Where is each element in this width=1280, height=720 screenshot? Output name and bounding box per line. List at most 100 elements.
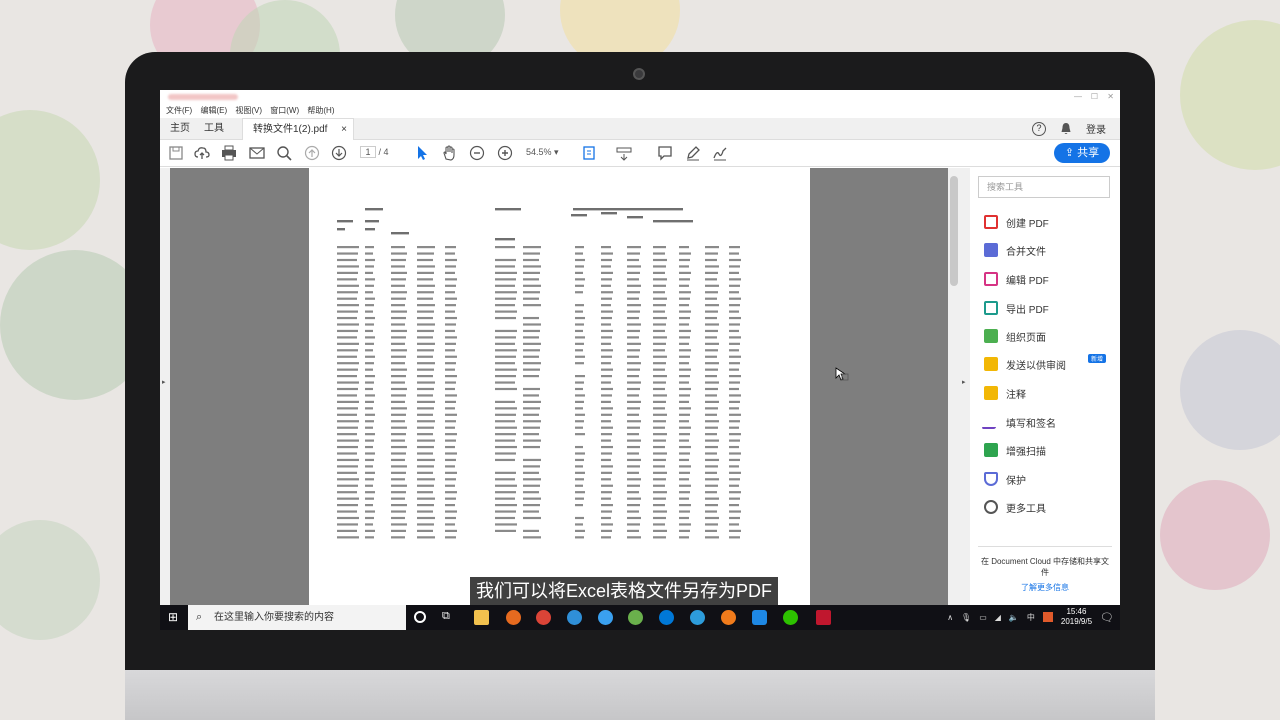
edge-icon[interactable]: [659, 610, 674, 625]
sheet-cell: [445, 504, 455, 507]
cortana-icon[interactable]: [414, 611, 426, 623]
feishu-icon[interactable]: [752, 610, 767, 625]
login-link[interactable]: 登录: [1086, 121, 1106, 136]
browser-icon[interactable]: [567, 610, 582, 625]
sheet-cell: [601, 316, 612, 320]
sheet-cell: [445, 316, 457, 320]
save-icon[interactable]: [168, 145, 184, 161]
volume-icon[interactable]: 🔈: [1009, 613, 1019, 622]
vertical-scrollbar[interactable]: [948, 168, 960, 605]
sheet-cell: [391, 400, 405, 403]
taskbar-search[interactable]: ⌕ 在这里输入你要搜索的内容: [188, 605, 406, 630]
windows-start-icon[interactable]: ⊞: [168, 611, 181, 624]
menu-file[interactable]: 文件(F): [166, 106, 192, 115]
zoom-out-icon[interactable]: [469, 145, 485, 161]
ime-indicator[interactable]: 中: [1027, 612, 1035, 623]
comment-icon[interactable]: [657, 145, 673, 161]
bell-icon[interactable]: [1060, 122, 1072, 135]
right-panel-collapse[interactable]: ▸: [960, 168, 970, 605]
upload-cloud-icon[interactable]: [194, 145, 210, 161]
sheet-cell: [417, 491, 433, 494]
notification-icon[interactable]: 🗨: [1100, 611, 1114, 624]
tool-send-review[interactable]: 发送以供审阅: [984, 354, 1066, 374]
tab-close-icon[interactable]: ×: [341, 119, 347, 141]
sheet-cell: [337, 355, 357, 358]
tab-document[interactable]: 转换文件1(2).pdf ×: [242, 118, 354, 140]
clock[interactable]: 15:46 2019/9/5: [1061, 607, 1092, 627]
sheet-cell: [653, 510, 667, 513]
menu-edit[interactable]: 编辑(E): [200, 106, 227, 115]
share-button[interactable]: ⇪ 共享: [1054, 143, 1110, 163]
firefox-icon[interactable]: [506, 610, 521, 625]
page-fit-icon[interactable]: [582, 145, 598, 161]
wechat-icon[interactable]: [783, 610, 798, 625]
mic-icon[interactable]: 🎙: [961, 613, 971, 622]
chrome-icon[interactable]: [536, 610, 551, 625]
tool-comment[interactable]: 注释: [984, 383, 1026, 403]
ime-app-icon[interactable]: [1042, 612, 1053, 622]
sheet-cell: [365, 265, 374, 268]
tool-create-pdf[interactable]: 创建 PDF: [984, 212, 1049, 232]
page-down-icon[interactable]: [331, 145, 347, 161]
scrollbar-thumb[interactable]: [950, 176, 958, 286]
tool-enhance-scan[interactable]: 增强扫描: [984, 440, 1046, 460]
tab-tools[interactable]: 工具: [204, 118, 224, 140]
sheet-cell: [445, 394, 457, 397]
network-icon[interactable]: ◢: [995, 613, 1001, 622]
sheet-cell: [653, 491, 667, 494]
task-view-icon[interactable]: ⧉: [442, 610, 450, 623]
tool-search-input[interactable]: 搜索工具: [978, 176, 1110, 198]
tool-protect[interactable]: 保护: [984, 469, 1026, 489]
sheet-cell: [627, 420, 641, 423]
email-icon[interactable]: [249, 145, 265, 161]
file-explorer-icon[interactable]: [474, 610, 489, 625]
zoom-select[interactable]: 54.5% ▾: [526, 147, 559, 158]
menu-view[interactable]: 视图(V): [235, 106, 262, 115]
sheet-cell: [337, 336, 357, 339]
minimize-icon[interactable]: —: [1074, 92, 1082, 101]
tray-up-icon[interactable]: ∧: [947, 613, 953, 622]
sheet-cell: [601, 426, 613, 429]
acrobat-icon[interactable]: [816, 610, 831, 625]
chrome-alt-icon[interactable]: [628, 610, 643, 625]
page-number-input[interactable]: 1: [360, 146, 376, 158]
sheet-header: [337, 228, 345, 231]
sheet-cell: [495, 362, 515, 365]
tool-combine-files[interactable]: 合并文件: [984, 240, 1046, 260]
select-cursor-icon[interactable]: [414, 145, 430, 161]
sheet-cell: [729, 310, 739, 313]
search-doc-icon[interactable]: [276, 145, 292, 161]
close-window-icon[interactable]: ✕: [1107, 92, 1114, 101]
learn-more-link[interactable]: 了解更多信息: [970, 582, 1120, 593]
tool-fill-sign[interactable]: 填写和签名: [981, 412, 1056, 432]
zoom-in-icon[interactable]: [497, 145, 513, 161]
tool-organize-pages[interactable]: 组织页面: [984, 326, 1046, 346]
media-player-icon[interactable]: [721, 610, 736, 625]
print-icon[interactable]: [221, 145, 237, 161]
tab-home[interactable]: 主页: [170, 118, 190, 140]
page-up-icon[interactable]: [304, 145, 320, 161]
hand-tool-icon[interactable]: [441, 145, 457, 161]
scroll-mode-icon[interactable]: [616, 145, 632, 161]
tool-export-pdf[interactable]: 导出 PDF: [984, 298, 1049, 318]
sheet-cell: [705, 375, 717, 378]
sheet-cell: [337, 536, 359, 539]
left-panel-collapse[interactable]: ▸: [160, 168, 170, 605]
app-icon[interactable]: [598, 610, 613, 625]
sheet-cell: [391, 316, 406, 320]
sheet-cell: [705, 297, 717, 300]
battery-icon[interactable]: ▭: [979, 613, 987, 622]
document-area[interactable]: ▸: [160, 168, 960, 605]
tool-edit-pdf[interactable]: 编辑 PDF: [984, 269, 1049, 289]
sheet-cell: [365, 529, 375, 532]
help-icon[interactable]: ?: [1032, 121, 1046, 136]
menu-window[interactable]: 窗口(W): [270, 106, 299, 115]
sheet-cell: [445, 387, 455, 391]
maximize-icon[interactable]: ☐: [1091, 92, 1098, 101]
tool-more[interactable]: 更多工具: [984, 497, 1046, 517]
sign-icon[interactable]: [712, 145, 728, 161]
sheet-cell: [705, 342, 719, 345]
highlight-pen-icon[interactable]: [685, 145, 701, 161]
menu-help[interactable]: 帮助(H): [307, 106, 334, 115]
ie-icon[interactable]: [690, 610, 705, 625]
